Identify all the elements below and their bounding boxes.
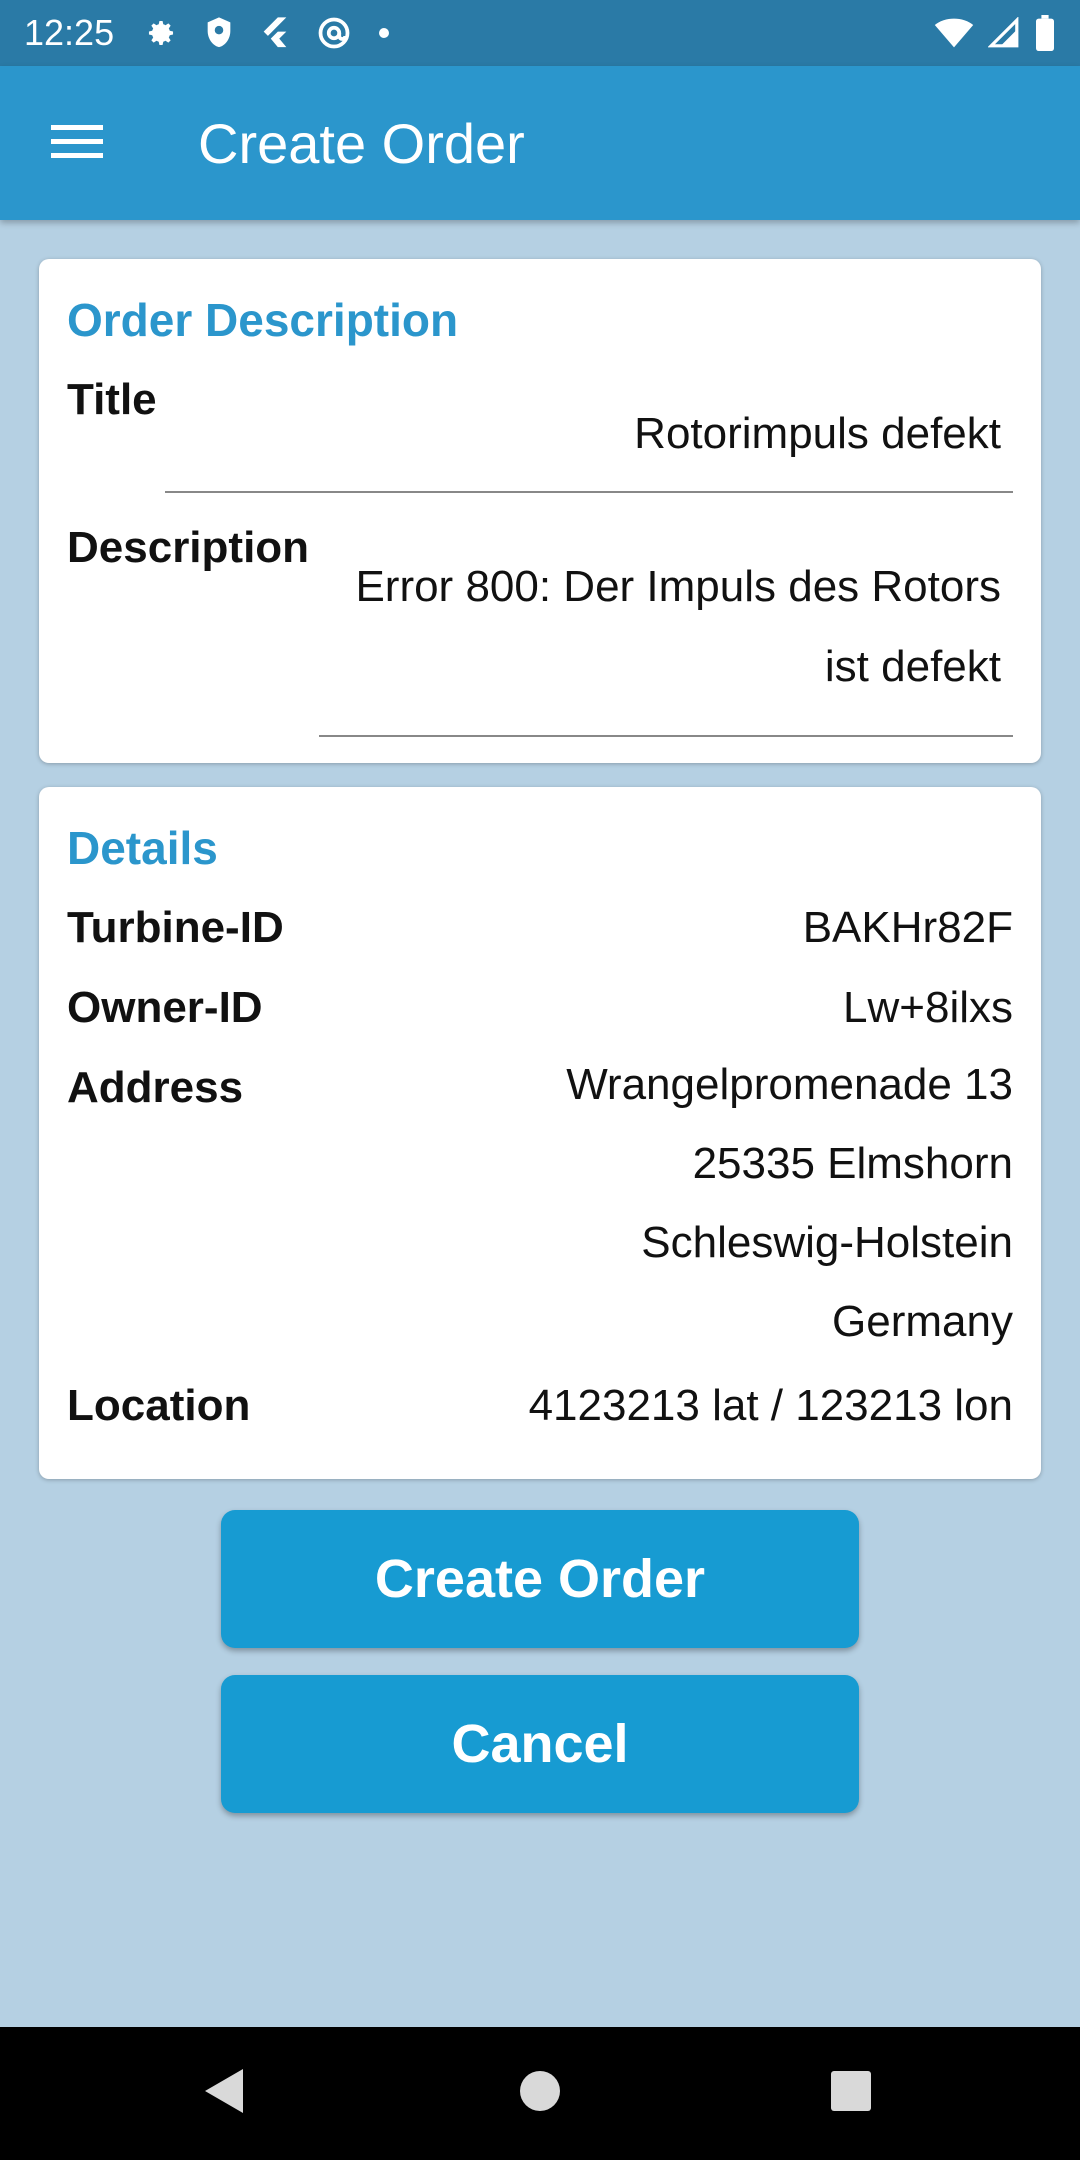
back-button[interactable]: [165, 2027, 285, 2160]
settings-icon: [144, 16, 178, 50]
details-heading: Details: [67, 822, 218, 874]
status-time: 12:25: [24, 12, 115, 53]
shield-icon: [204, 16, 234, 50]
description-line: Error 800: Der Impuls des Rotors: [355, 562, 1001, 611]
at-sign-icon: [316, 15, 352, 51]
address-value: Wrangelpromenade 13 25335 Elmshorn Schle…: [566, 1045, 1013, 1361]
description-underline: [319, 735, 1013, 737]
details-card: Details Turbine-ID BAKHr82F Owner-ID Lw+…: [39, 787, 1041, 1479]
wifi-icon: [934, 17, 974, 49]
status-bar: 12:25: [0, 0, 1080, 66]
description-field[interactable]: Error 800: Der Impuls des Rotors ist def…: [319, 527, 1013, 737]
location-value: 4123213 lat / 123213 lon: [528, 1381, 1013, 1430]
description-value: Error 800: Der Impuls des Rotors ist def…: [355, 547, 1001, 707]
status-right-icons: [934, 15, 1056, 51]
hamburger-menu-icon: [51, 123, 103, 164]
description-line: ist defekt: [824, 642, 1001, 691]
signal-icon: [988, 17, 1020, 49]
title-field[interactable]: Rotorimpuls defekt: [165, 379, 1013, 493]
cancel-button[interactable]: Cancel: [221, 1675, 859, 1813]
home-icon: [518, 2069, 562, 2118]
battery-icon: [1034, 15, 1056, 51]
title-value: Rotorimpuls defekt: [634, 409, 1001, 458]
address-label: Address: [67, 1063, 244, 1112]
menu-button[interactable]: [0, 66, 154, 220]
back-icon: [203, 2067, 247, 2120]
title-label: Title: [67, 375, 157, 424]
page-title: Create Order: [198, 111, 525, 175]
order-description-heading: Order Description: [67, 294, 459, 346]
owner-id-value: Lw+8ilxs: [843, 983, 1013, 1032]
recents-icon: [829, 2069, 873, 2118]
address-line: Schleswig-Holstein: [641, 1218, 1013, 1267]
turbine-id-value: BAKHr82F: [802, 903, 1013, 952]
address-line: Wrangelpromenade 13: [566, 1060, 1013, 1109]
recents-button[interactable]: [791, 2027, 911, 2160]
location-label: Location: [67, 1381, 251, 1430]
address-line: 25335 Elmshorn: [692, 1139, 1013, 1188]
system-nav-bar: [0, 2027, 1080, 2160]
turbine-id-label: Turbine-ID: [67, 903, 284, 952]
owner-id-label: Owner-ID: [67, 983, 263, 1032]
home-button[interactable]: [480, 2027, 600, 2160]
flutter-icon: [260, 16, 290, 50]
status-left-icons: [144, 15, 390, 51]
order-description-card: Order Description Title Rotorimpuls defe…: [39, 259, 1041, 763]
dot-icon: [378, 27, 390, 39]
address-line: Germany: [832, 1297, 1013, 1346]
title-underline: [165, 491, 1013, 493]
description-label: Description: [67, 523, 310, 572]
create-order-button[interactable]: Create Order: [221, 1510, 859, 1648]
app-bar: Create Order: [0, 66, 1080, 220]
